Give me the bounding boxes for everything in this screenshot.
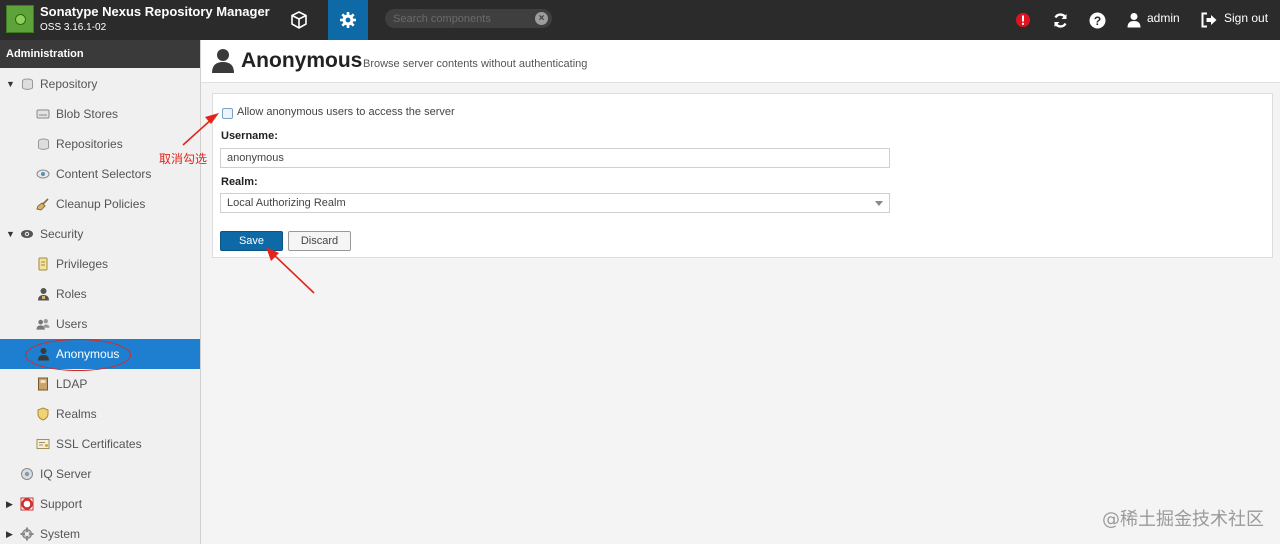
sidebar-item-label: Users: [56, 317, 88, 331]
sidebar-item-label: IQ Server: [40, 467, 92, 481]
sidebar-item-label: Realms: [56, 407, 97, 421]
sidebar-item-label: LDAP: [56, 377, 88, 391]
username-field[interactable]: anonymous: [220, 148, 890, 168]
page-title: Anonymous: [241, 49, 363, 72]
gear-icon: [340, 12, 356, 28]
main-content: Anonymous Browse server contents without…: [201, 40, 1280, 544]
annotation-uncheck-note: 取消勾选: [159, 152, 208, 166]
sidebar-item-label: Repository: [40, 77, 98, 91]
annotation-ellipse: [25, 339, 131, 371]
help-icon[interactable]: ?: [1085, 8, 1109, 32]
database-icon: [36, 137, 50, 151]
sidebar-item-label: System: [40, 527, 81, 541]
nexus-logo[interactable]: [6, 5, 34, 33]
lifebuoy-icon: [20, 497, 34, 511]
expanded-caret-icon[interactable]: ▼: [6, 229, 15, 239]
admin-button[interactable]: [328, 0, 368, 40]
sidebar-item-privileges[interactable]: Privileges: [0, 249, 200, 279]
sidebar-item-label: Privileges: [56, 257, 109, 271]
sign-out-icon[interactable]: [1197, 8, 1221, 32]
eye-shield-icon: [20, 227, 34, 241]
badge-icon: [36, 257, 50, 271]
sidebar-section-title: Administration: [0, 40, 200, 68]
alert-icon[interactable]: [1011, 8, 1035, 32]
clear-search-icon[interactable]: ×: [535, 12, 548, 25]
sidebar-item-roles[interactable]: Roles: [0, 279, 200, 309]
app-version: OSS 3.16.1-02: [40, 22, 107, 33]
sidebar-item-users[interactable]: Users: [0, 309, 200, 339]
top-header: Sonatype Nexus Repository Manager OSS 3.…: [0, 0, 1280, 40]
role-icon: [36, 287, 50, 301]
storage-icon: [36, 107, 50, 121]
sidebar-item-label: Blob Stores: [56, 107, 119, 121]
gear-eye-icon: [20, 467, 34, 481]
sign-out-link[interactable]: Sign out: [1224, 11, 1268, 25]
search-input[interactable]: [393, 11, 533, 26]
cube-icon: [291, 11, 307, 29]
sidebar-item-realms[interactable]: Realms: [0, 399, 200, 429]
user-icon: [211, 48, 235, 77]
dropdown-arrow-icon[interactable]: [875, 201, 883, 206]
sidebar-item-label: Roles: [56, 287, 87, 301]
user-icon[interactable]: [1122, 8, 1146, 32]
discard-button[interactable]: Discard: [288, 231, 351, 251]
sidebar-item-label: Cleanup Policies: [56, 197, 146, 211]
certificate-icon: [36, 437, 50, 451]
username-label: Username:: [221, 130, 278, 142]
sidebar-item-ldap[interactable]: LDAP: [0, 369, 200, 399]
save-button[interactable]: Save: [220, 231, 283, 251]
sidebar-item-support[interactable]: ▶ Support: [0, 489, 200, 519]
expanded-caret-icon[interactable]: ▼: [6, 79, 15, 89]
sidebar-item-iq-server[interactable]: IQ Server: [0, 459, 200, 489]
browse-button[interactable]: [279, 0, 319, 40]
app-title: Sonatype Nexus Repository Manager: [40, 4, 270, 19]
sidebar-item-label: Repositories: [56, 137, 123, 151]
shield-icon: [36, 407, 50, 421]
username-label[interactable]: admin: [1147, 11, 1180, 25]
search-box: ×: [385, 9, 552, 28]
refresh-icon[interactable]: [1048, 8, 1072, 32]
sidebar-item-cleanup-policies[interactable]: Cleanup Policies: [0, 189, 200, 219]
collapsed-caret-icon[interactable]: ▶: [6, 529, 13, 540]
anonymous-settings-form: Allow anonymous users to access the serv…: [212, 93, 1273, 258]
sidebar-item-system[interactable]: ▶ System: [0, 519, 200, 544]
sidebar-item-label: SSL Certificates: [56, 437, 142, 451]
svg-text:?: ?: [1093, 14, 1100, 28]
allow-anonymous-label[interactable]: Allow anonymous users to access the serv…: [237, 106, 455, 118]
sidebar-item-security[interactable]: ▼ Security: [0, 219, 200, 249]
sidebar-item-repository[interactable]: ▼ Repository: [0, 69, 200, 99]
sidebar-item-label: Content Selectors: [56, 167, 152, 181]
sidebar-item-blob-stores[interactable]: Blob Stores: [0, 99, 200, 129]
page-subtitle: Browse server contents without authentic…: [363, 58, 588, 70]
eye-icon: [36, 167, 50, 181]
realm-selected-value: Local Authorizing Realm: [227, 197, 346, 209]
sidebar-item-label: Security: [40, 227, 84, 241]
admin-sidebar: Administration ▼ Repository Blob Stores …: [0, 40, 201, 544]
realm-label: Realm:: [221, 176, 258, 188]
gear-icon: [20, 527, 34, 541]
sidebar-item-ssl-certificates[interactable]: SSL Certificates: [0, 429, 200, 459]
database-icon: [20, 77, 34, 91]
collapsed-caret-icon[interactable]: ▶: [6, 499, 13, 510]
sidebar-item-label: Support: [40, 497, 83, 511]
page-header: Anonymous Browse server contents without…: [201, 40, 1280, 83]
users-icon: [36, 317, 50, 331]
allow-anonymous-checkbox[interactable]: [222, 108, 233, 119]
realm-select[interactable]: Local Authorizing Realm: [220, 193, 890, 213]
book-icon: [36, 377, 50, 391]
broom-icon: [36, 197, 50, 211]
watermark: @稀土掘金技术社区: [1102, 509, 1264, 530]
